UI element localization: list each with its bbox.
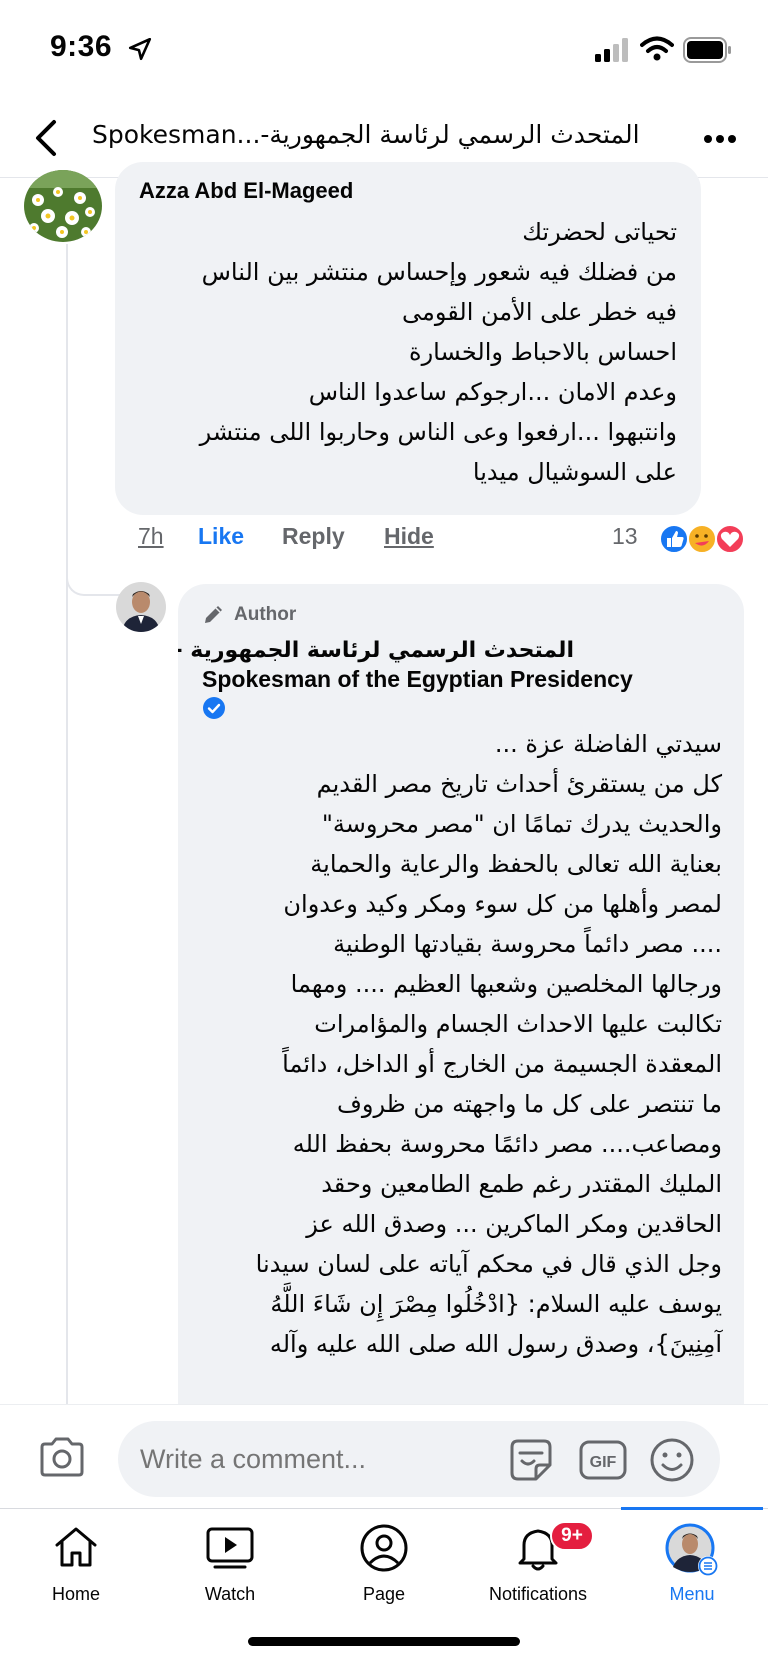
- notification-badge: 9+: [550, 1521, 594, 1551]
- comment-text: تحياتى لحضرتك من فضلك فيه شعور وإحساس من…: [199, 218, 677, 486]
- pencil-icon: [205, 606, 222, 623]
- spokesman-avatar-image: [116, 582, 166, 632]
- thread-line: [66, 244, 68, 1404]
- hide-button[interactable]: Hide: [384, 523, 434, 550]
- thread-connector: [66, 560, 126, 596]
- nav-home[interactable]: Home: [6, 1509, 146, 1619]
- author-badge-label: Author: [234, 604, 297, 625]
- reply-button[interactable]: Reply: [282, 523, 345, 550]
- like-button[interactable]: Like: [198, 523, 244, 550]
- verified-badge-icon: [203, 697, 225, 719]
- status-time: 9:36: [50, 30, 113, 63]
- daisy-field-avatar-image: [24, 170, 102, 242]
- nav-notifications-label: Notifications: [488, 1584, 588, 1604]
- nav-watch[interactable]: Watch: [160, 1509, 300, 1619]
- status-bar: 9:36: [0, 0, 768, 100]
- nav-menu-label: Menu: [669, 1584, 715, 1604]
- wifi-icon: [640, 36, 674, 61]
- back-arrow-icon[interactable]: [28, 116, 68, 160]
- nav-page[interactable]: Page: [314, 1509, 454, 1619]
- camera-icon[interactable]: [38, 1435, 86, 1479]
- nav-watch-label: Watch: [204, 1584, 256, 1604]
- page-icon: [360, 1524, 408, 1572]
- battery-icon: [683, 37, 731, 63]
- sticker-icon[interactable]: [506, 1435, 556, 1485]
- reply-author-english[interactable]: Spokesman of the Egyptian Presidency: [202, 666, 633, 693]
- more-options-icon[interactable]: [700, 122, 740, 156]
- reaction-count[interactable]: 13: [612, 523, 638, 550]
- comment-bubble: Azza Abd El-Mageed تحياتى لحضرتك من فضلك…: [115, 162, 701, 515]
- nav-page-label: Page: [362, 1584, 406, 1604]
- watch-icon: [206, 1527, 254, 1569]
- comment-composer: GIF: [0, 1404, 768, 1508]
- home-icon: [55, 1527, 97, 1567]
- comment-input[interactable]: [118, 1421, 720, 1497]
- home-indicator: [248, 1637, 520, 1646]
- comment-author[interactable]: Azza Abd El-Mageed: [139, 178, 353, 204]
- nav-home-label: Home: [51, 1584, 100, 1604]
- page-title: المتحدث الرسمي لرئاسة الجمهورية-...Spoke…: [92, 120, 640, 149]
- gif-icon[interactable]: GIF: [578, 1439, 628, 1481]
- cellular-signal-icon: [595, 38, 628, 62]
- emoji-icon[interactable]: [649, 1437, 695, 1483]
- comment-timestamp[interactable]: 7h: [138, 523, 164, 550]
- svg-text:GIF: GIF: [590, 1454, 617, 1471]
- menu-avatar-icon: [665, 1523, 718, 1576]
- reply-bubble: Author المتحدث الرسمي لرئاسة الجمهورية -…: [178, 584, 744, 1424]
- nav-menu[interactable]: Menu: [622, 1509, 762, 1619]
- bottom-navigation: Home Watch Page 9+ Notifications Menu: [0, 1507, 768, 1663]
- reactions-icon[interactable]: [651, 523, 747, 555]
- nav-notifications[interactable]: 9+ Notifications: [468, 1509, 608, 1619]
- comment-actions: 7h Like Reply Hide 13: [0, 523, 768, 559]
- location-arrow-icon: [128, 37, 152, 61]
- reply-author-arabic[interactable]: المتحدث الرسمي لرئاسة الجمهورية -: [178, 638, 574, 663]
- avatar[interactable]: [24, 170, 102, 242]
- author-avatar[interactable]: [116, 582, 166, 632]
- reply-text: سيدتي الفاضلة عزة ... كل من يستقرئ أحداث…: [255, 730, 722, 1358]
